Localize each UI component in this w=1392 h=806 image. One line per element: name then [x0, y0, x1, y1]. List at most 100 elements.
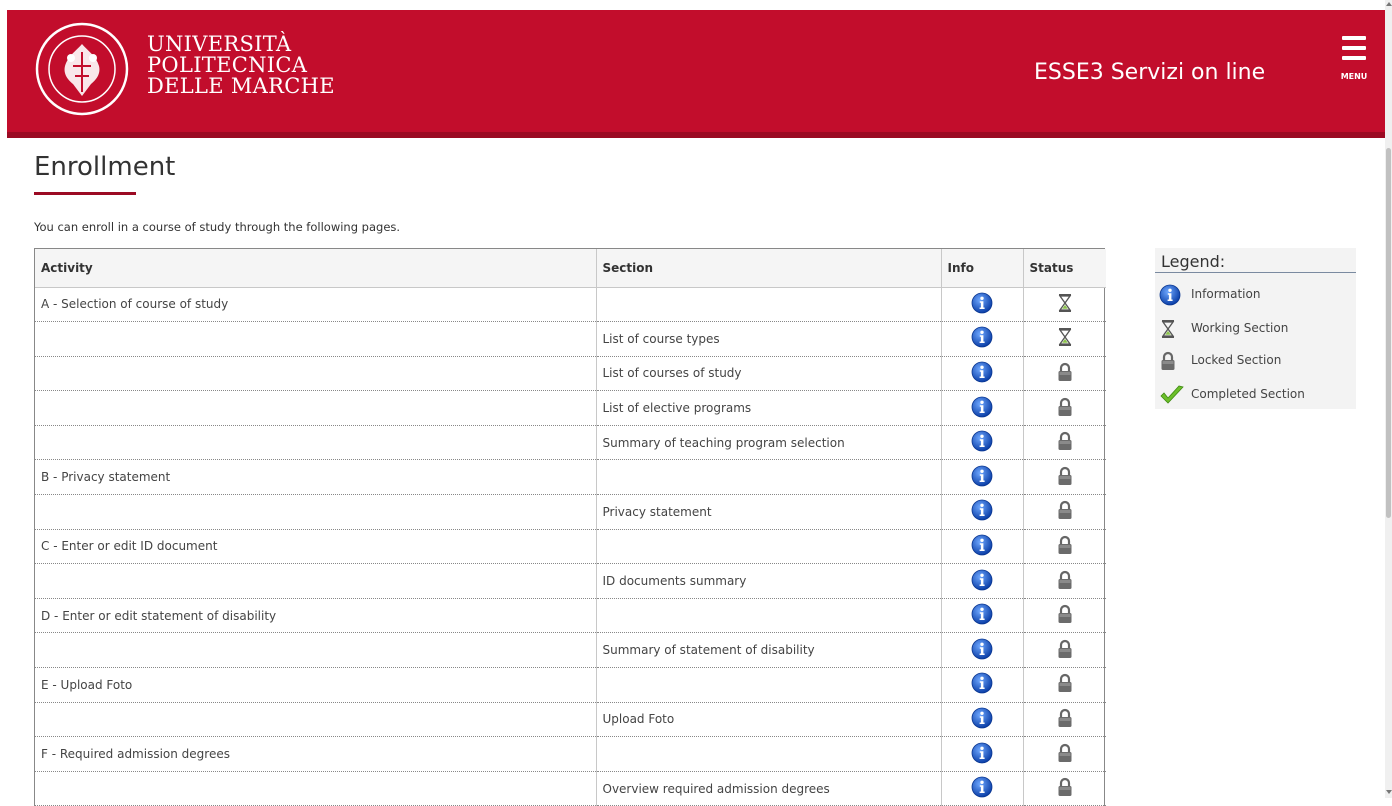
section-cell[interactable]: Upload Foto: [595, 702, 941, 738]
section-cell[interactable]: ID documents summary: [595, 563, 941, 599]
lock-icon: [1159, 350, 1183, 372]
info-icon[interactable]: [971, 534, 993, 559]
lock-icon: [1056, 603, 1074, 628]
status-cell: [1022, 702, 1106, 738]
menu-button[interactable]: MENU: [1332, 34, 1376, 84]
university-name-line-1: UNIVERSITÀ: [147, 32, 292, 56]
lock-icon: [1056, 499, 1074, 524]
table-row: B - Privacy statement: [35, 459, 1106, 496]
status-cell: [1022, 356, 1106, 392]
status-cell: [1022, 494, 1106, 530]
table-row: List of course types: [35, 321, 1106, 357]
lock-icon: [1056, 361, 1074, 386]
info-icon[interactable]: [971, 430, 993, 455]
info-cell: [940, 356, 1023, 392]
activity-cell: [35, 321, 596, 357]
section-cell: [595, 287, 941, 323]
section-cell: [595, 667, 941, 703]
info-icon[interactable]: [971, 569, 993, 594]
table-row: Privacy statement: [35, 494, 1106, 530]
intro-text: You can enroll in a course of study thro…: [34, 220, 401, 234]
info-icon[interactable]: [971, 776, 993, 801]
hourglass-icon: [1056, 292, 1074, 317]
activity-cell: F - Required admission degrees: [35, 736, 596, 772]
info-cell: [940, 667, 1023, 703]
lock-icon: [1056, 465, 1074, 490]
section-cell[interactable]: List of elective programs: [595, 390, 941, 426]
table-row: ID documents summary: [35, 563, 1106, 599]
info-icon[interactable]: [971, 396, 993, 421]
status-cell: [1022, 771, 1106, 806]
info-icon[interactable]: [971, 465, 993, 490]
activity-cell: [35, 702, 596, 738]
legend-label: Completed Section: [1191, 387, 1305, 401]
section-cell[interactable]: Overview required admission degrees: [595, 771, 941, 806]
table-row: Upload Foto: [35, 702, 1106, 738]
lock-icon: [1056, 672, 1074, 697]
activity-cell: [35, 771, 596, 806]
info-icon[interactable]: [971, 361, 993, 386]
site-header: UNIVERSITÀ POLITECNICA DELLE MARCHE ESSE…: [7, 10, 1385, 138]
section-cell[interactable]: List of courses of study: [595, 356, 941, 392]
activity-cell: D - Enter or edit statement of disabilit…: [35, 598, 596, 634]
info-cell: [940, 425, 1023, 461]
section-cell[interactable]: Summary of statement of disability: [595, 632, 941, 669]
info-icon[interactable]: [971, 638, 993, 663]
column-header-status: Status: [1022, 249, 1106, 288]
status-cell: [1022, 321, 1106, 357]
lock-icon: [1056, 742, 1074, 767]
university-seal-logo[interactable]: [35, 22, 129, 116]
activity-cell: [35, 494, 596, 530]
info-icon[interactable]: [971, 707, 993, 732]
section-cell[interactable]: List of course types: [595, 321, 941, 357]
lock-icon: [1056, 430, 1074, 455]
lock-icon: [1056, 534, 1074, 559]
hourglass-icon: [1159, 318, 1183, 340]
activity-cell: [35, 390, 596, 426]
column-header-activity: Activity: [35, 249, 596, 288]
info-cell: [940, 390, 1023, 426]
column-header-section: Section: [595, 249, 941, 288]
hourglass-icon: [1056, 326, 1074, 351]
activity-cell: C - Enter or edit ID document: [35, 529, 596, 565]
section-cell: [595, 529, 941, 565]
lock-icon: [1056, 396, 1074, 421]
lock-icon: [1056, 638, 1074, 663]
activity-cell: A - Selection of course of study: [35, 287, 596, 323]
info-cell: [940, 494, 1023, 530]
table-row: C - Enter or edit ID document: [35, 529, 1106, 565]
section-cell: [595, 736, 941, 772]
info-icon[interactable]: [971, 603, 993, 628]
status-cell: [1022, 563, 1106, 599]
info-icon[interactable]: [971, 742, 993, 767]
info-icon[interactable]: [971, 326, 993, 351]
info-cell: [940, 632, 1023, 669]
activity-cell: [35, 632, 596, 669]
info-cell: [940, 563, 1023, 599]
info-cell: [940, 736, 1023, 772]
lock-icon: [1056, 569, 1074, 594]
status-cell: [1022, 736, 1106, 772]
scrollbar-thumb[interactable]: [1386, 148, 1391, 518]
table-row: List of elective programs: [35, 390, 1106, 426]
scroll-down-arrow-icon[interactable]: [1386, 790, 1392, 794]
section-cell[interactable]: Privacy statement: [595, 494, 941, 530]
hamburger-icon-bar-2: [1342, 46, 1366, 50]
table-row: E - Upload Foto: [35, 667, 1106, 703]
menu-label: MENU: [1340, 72, 1368, 81]
info-icon[interactable]: [971, 672, 993, 697]
status-cell: [1022, 287, 1106, 323]
section-cell: [595, 598, 941, 634]
status-cell: [1022, 425, 1106, 461]
activity-cell: [35, 563, 596, 599]
info-icon[interactable]: [971, 499, 993, 524]
scroll-up-arrow-icon[interactable]: [1386, 2, 1392, 6]
table-row: Summary of statement of disability: [35, 632, 1106, 669]
university-name[interactable]: UNIVERSITÀ POLITECNICA DELLE MARCHE: [147, 34, 335, 97]
legend-label: Working Section: [1191, 321, 1289, 335]
activity-cell: E - Upload Foto: [35, 667, 596, 703]
lock-icon: [1056, 707, 1074, 732]
info-icon[interactable]: [971, 292, 993, 317]
info-cell: [940, 598, 1023, 634]
section-cell[interactable]: Summary of teaching program selection: [595, 425, 941, 461]
